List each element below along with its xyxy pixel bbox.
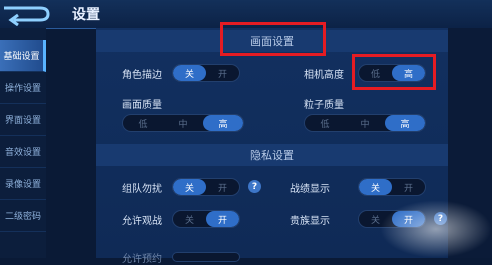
outline-toggle[interactable]: 关 开 [172, 64, 240, 82]
team-dnd-toggle[interactable]: 关 开 [172, 178, 240, 196]
quality-mid-option[interactable]: 中 [163, 115, 203, 131]
watermark-glow [380, 200, 492, 258]
sidebar-item-label: 界面设置 [4, 116, 41, 126]
record-display-off-option[interactable]: 关 [359, 179, 392, 195]
allow-reserve-toggle[interactable] [172, 252, 240, 262]
sidebar-item-label: 基础设置 [3, 52, 40, 62]
camera-height-highlight [352, 54, 436, 90]
particle-low-option[interactable]: 低 [305, 115, 345, 131]
quality-high-option[interactable]: 高 [203, 115, 243, 131]
sidebar-item-label: 录像设置 [4, 180, 41, 190]
privacy-section-header: 隐私设置 [96, 144, 448, 166]
noble-display-label: 贵族显示 [290, 216, 330, 227]
sidebar-item-sound[interactable]: 音效设置 [0, 136, 46, 168]
particle-selector[interactable]: 低 中 高 [304, 114, 426, 132]
sidebar-item-replay[interactable]: 录像设置 [0, 168, 46, 200]
privacy-section-title: 隐私设置 [250, 149, 294, 162]
sidebar: 基础设置 操作设置 界面设置 音效设置 录像设置 二级密码 [0, 28, 46, 258]
sidebar-item-interface[interactable]: 界面设置 [0, 104, 46, 136]
back-arrow-icon [4, 6, 50, 27]
particle-mid-option[interactable]: 中 [345, 115, 385, 131]
allow-watch-on-option[interactable]: 开 [206, 211, 239, 227]
team-dnd-label: 组队勿扰 [122, 184, 162, 195]
page-title: 设置 [72, 7, 100, 23]
allow-watch-label: 允许观战 [122, 216, 162, 227]
particle-label: 粒子质量 [304, 100, 344, 111]
back-button[interactable] [0, 2, 60, 27]
quality-selector[interactable]: 低 中 高 [122, 114, 244, 132]
record-display-toggle[interactable]: 关 开 [358, 178, 426, 196]
outline-off-option[interactable]: 开 [206, 65, 239, 81]
team-dnd-help-icon[interactable]: ? [248, 180, 261, 193]
sidebar-item-basic[interactable]: 基础设置 [0, 40, 46, 72]
allow-watch-toggle[interactable]: 关 开 [172, 210, 240, 228]
display-section-highlight [220, 22, 326, 56]
camera-height-label: 相机高度 [304, 70, 344, 81]
outline-on-option[interactable]: 关 [173, 65, 206, 81]
record-display-label: 战绩显示 [290, 184, 330, 195]
team-dnd-off-option[interactable]: 关 [173, 179, 206, 195]
quality-label: 画面质量 [122, 100, 162, 111]
record-display-on-option[interactable]: 开 [392, 179, 425, 195]
sidebar-item-label: 音效设置 [4, 148, 41, 158]
outline-label: 角色描边 [122, 70, 162, 81]
particle-high-option[interactable]: 高 [385, 115, 425, 131]
allow-watch-off-option[interactable]: 关 [173, 211, 206, 227]
sidebar-item-controls[interactable]: 操作设置 [0, 72, 46, 104]
team-dnd-on-option[interactable]: 开 [206, 179, 239, 195]
sidebar-item-label: 二级密码 [4, 212, 41, 222]
sidebar-item-password[interactable]: 二级密码 [0, 200, 46, 232]
quality-low-option[interactable]: 低 [123, 115, 163, 131]
sidebar-item-label: 操作设置 [4, 84, 41, 94]
